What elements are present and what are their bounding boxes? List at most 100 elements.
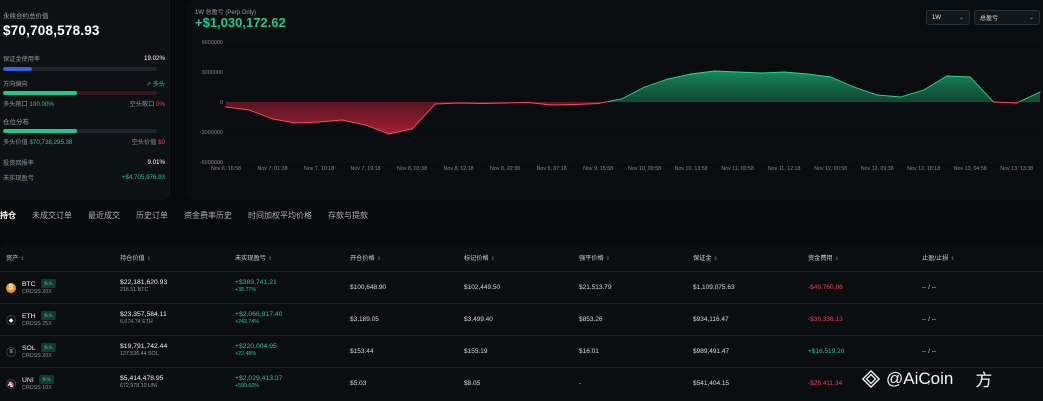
asset-cell: SOL 多头 CROSS 20X: [22, 343, 57, 359]
x-tick-label: Nov 11, 12:18: [768, 166, 801, 172]
upnl-value: +$4,705,976.93: [121, 174, 165, 181]
sort-icon[interactable]: ⇕: [268, 256, 272, 262]
header-unrealized-pnl[interactable]: 未实现盈亏 ⇕: [235, 253, 272, 262]
data-point: [411, 128, 413, 130]
margin-value: $989,491.47: [693, 348, 730, 355]
sort-icon[interactable]: ⇕: [606, 256, 610, 262]
data-point: [620, 98, 622, 100]
header-margin[interactable]: 保证金 ⇕: [693, 253, 718, 262]
unrealized-pnl: +$2,029,413.37: [235, 375, 283, 382]
data-point: [318, 121, 320, 123]
sort-icon[interactable]: ⇕: [950, 256, 954, 262]
margin-value: $1,109,075.63: [693, 284, 735, 291]
data-point: [1016, 102, 1018, 104]
x-tick-label: Nov 13, 13:38: [1000, 166, 1033, 172]
liq-price: $16.01: [579, 348, 599, 355]
table-row[interactable]: ≡ SOL 多头 CROSS 20X $19,791,742.44 127,536.44 …: [0, 335, 1043, 367]
data-point: [458, 102, 460, 104]
unrealized-pnl: +$2,066,817.40: [235, 311, 283, 318]
asset-cell: UNI 多头 CROSS 10X: [22, 375, 55, 391]
position-value: $23,357,584.11: [120, 311, 167, 318]
data-point: [690, 73, 692, 75]
header-label: 持仓价值: [120, 255, 145, 262]
margin-usage-bar: [3, 67, 157, 71]
exposure-row: 多头敞口 100.00% 空头敞口 0%: [3, 99, 165, 108]
tp-sl-value[interactable]: -- / --: [922, 284, 936, 291]
header-entry-price[interactable]: 开仓价格 ⇕: [350, 253, 381, 262]
margin-usage-value: 19.02%: [144, 55, 165, 62]
header-label: 标记价格: [464, 255, 489, 262]
header-label: 资产: [6, 255, 19, 262]
tp-sl-value[interactable]: -- / --: [922, 348, 936, 355]
x-tick-label: Nov 13, 04:58: [954, 166, 987, 172]
aicoin-watermark: @AiCoin 方: [862, 366, 992, 391]
header-label: 未实现盈亏: [235, 255, 266, 262]
header-position-value[interactable]: 持仓价值 ⇕: [120, 253, 151, 262]
header-asset[interactable]: 资产 ⇕: [6, 253, 25, 262]
area-negative: [226, 102, 1040, 134]
mark-price: $102,449.50: [464, 284, 501, 291]
header-liq-price[interactable]: 强平价格 ⇕: [579, 253, 610, 262]
tab-positions[interactable]: 持仓: [0, 210, 16, 226]
sort-icon[interactable]: ⇕: [377, 256, 381, 262]
short-exposure: 空头敞口 0%: [129, 101, 165, 108]
eth-coin-icon: ◆: [6, 315, 16, 325]
x-tick-label: Nov 10, 13:58: [675, 166, 708, 172]
position-value-cell: $5,414,478.95 672,978.10 UNI: [120, 375, 163, 389]
sort-icon[interactable]: ⇕: [491, 256, 495, 262]
margin-usage-fill: [3, 67, 33, 71]
data-point: [760, 72, 762, 74]
unrealized-pnl-pct: +599.60%: [235, 383, 260, 389]
asset-cell: ETH 多头 CROSS 25X: [22, 311, 57, 327]
header-label: 强平价格: [579, 255, 604, 262]
arrow-up-icon: ↗: [145, 81, 153, 88]
sort-icon[interactable]: ⇕: [20, 256, 24, 262]
watermark-suffix: 方: [975, 371, 993, 390]
tab-twap[interactable]: 时间加权平均价格: [248, 210, 312, 226]
mark-price: $3,499.40: [464, 316, 493, 323]
tab-order-history[interactable]: 历史订单: [136, 210, 168, 226]
side-badge: 多头: [40, 279, 57, 288]
data-point: [341, 119, 343, 121]
roe-label: 投资回报率: [3, 160, 34, 167]
tab-funding-history[interactable]: 资金费率历史: [184, 210, 232, 226]
position-size: 127,536.44 SOL: [120, 351, 159, 357]
y-tick-label: -3000000: [200, 130, 223, 136]
position-value-cell: $19,791,742.44 127,536.44 SOL: [120, 343, 167, 357]
unrealized-pnl-pct: +22.48%: [235, 351, 257, 357]
header-tp-sl[interactable]: 止盈/止损 ⇕: [922, 253, 955, 262]
tab-deposits-withdrawals[interactable]: 存款与提款: [328, 210, 368, 226]
data-point: [527, 101, 529, 104]
unrealized-pnl-pct: +35.77%: [235, 287, 257, 293]
funding-fee: +$16,519.20: [808, 348, 845, 355]
sort-icon[interactable]: ⇕: [147, 256, 151, 262]
sort-icon[interactable]: ⇕: [714, 256, 718, 262]
header-label: 资金费用: [808, 255, 833, 262]
tab-recent-trades[interactable]: 最近成交: [88, 210, 120, 226]
side-badge: 多头: [38, 375, 55, 384]
data-point: [667, 78, 669, 80]
total-value-label: 永续合约总价值: [3, 13, 49, 20]
data-point: [1039, 91, 1041, 93]
x-tick-label: Nov 10, 00:58: [628, 166, 661, 172]
sort-icon[interactable]: ⇕: [835, 256, 839, 262]
position-value-cell: $22,181,620.93 216.51 BTC: [120, 279, 167, 293]
position-value: $19,791,742.44: [120, 343, 168, 350]
header-funding[interactable]: 资金费用 ⇕: [808, 253, 839, 262]
tab-open-orders[interactable]: 未成交订单: [32, 210, 72, 226]
unrealized-pnl: +$220,004.95: [235, 343, 277, 350]
tp-sl-value[interactable]: -- / --: [922, 316, 936, 323]
data-point: [969, 76, 971, 78]
entry-price: $3,189.05: [350, 316, 379, 323]
x-tick-label: Nov 6, 16:58: [211, 166, 241, 172]
margin-mode: CROSS 20X: [22, 289, 52, 295]
table-row[interactable]: ₿ BTC 多头 CROSS 20X $22,181,620.93 216.51 BTC +…: [0, 271, 1043, 303]
uni-coin-icon: 🦄: [6, 379, 16, 389]
data-point: [248, 109, 250, 111]
table-row[interactable]: ◆ ETH 多头 CROSS 25X $23,357,584.11 6,674.74 ET…: [0, 303, 1043, 335]
x-tick-label: Nov 9, 07:18: [537, 166, 567, 172]
data-point: [923, 89, 925, 91]
header-mark-price[interactable]: 标记价格 ⇕: [464, 253, 495, 262]
x-tick-label: Nov 11, 00:58: [721, 166, 754, 172]
data-point: [876, 94, 878, 96]
